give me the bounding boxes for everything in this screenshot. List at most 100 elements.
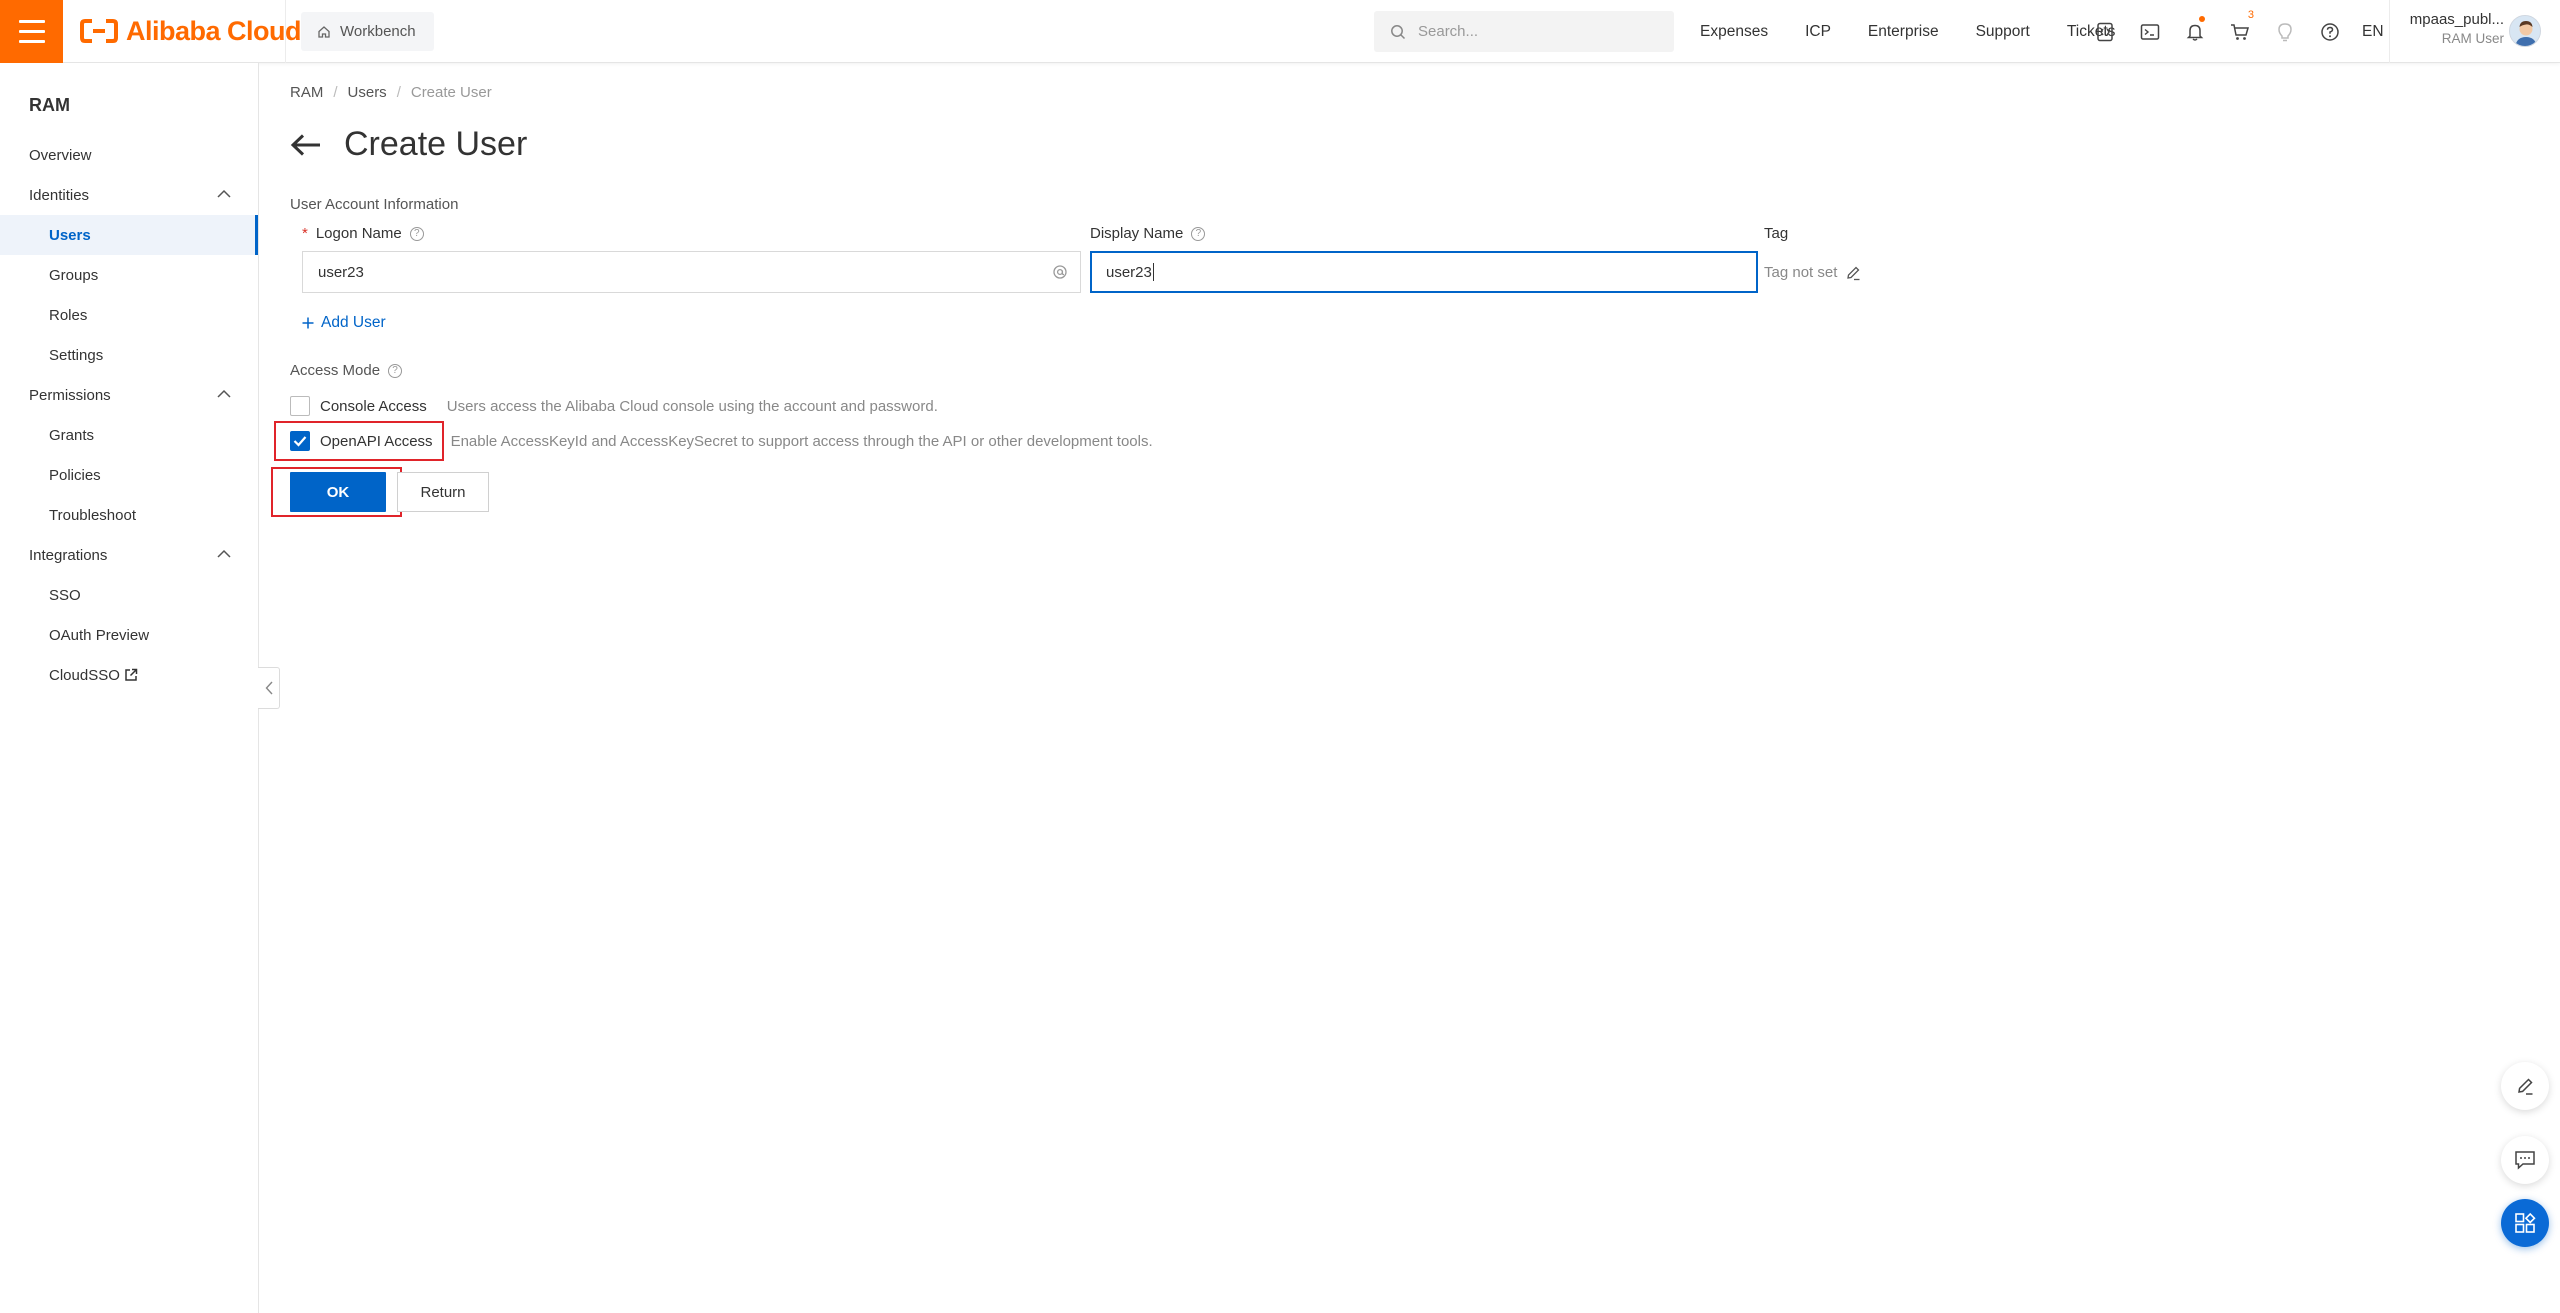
logon-name-label: * Logon Name ? bbox=[302, 225, 424, 242]
divider bbox=[2389, 0, 2390, 63]
breadcrumb-separator: / bbox=[396, 84, 401, 101]
sidebar-item-label: Policies bbox=[49, 466, 101, 484]
user-name: mpaas_publ... bbox=[2409, 11, 2504, 28]
sidebar-collapse-button[interactable] bbox=[258, 667, 280, 709]
avatar-icon bbox=[2510, 16, 2540, 46]
console-access-description: Users access the Alibaba Cloud console u… bbox=[446, 397, 938, 415]
sidebar-item-label: SSO bbox=[49, 586, 81, 604]
nav-expenses[interactable]: Expenses bbox=[1700, 23, 1768, 41]
question-icon[interactable]: ? bbox=[409, 226, 424, 241]
apps-icon bbox=[2515, 1212, 2536, 1233]
bell-icon[interactable] bbox=[2172, 0, 2217, 63]
search-icon bbox=[1391, 24, 1406, 39]
sidebar-item-sso[interactable]: SSO bbox=[0, 575, 258, 615]
notification-dot bbox=[2199, 16, 2205, 22]
user-menu[interactable]: mpaas_publ... RAM User bbox=[2402, 11, 2504, 46]
sidebar-item-users[interactable]: Users bbox=[0, 215, 258, 255]
nav-icp[interactable]: ICP bbox=[1805, 23, 1831, 41]
code-icon[interactable] bbox=[2082, 0, 2127, 63]
breadcrumb: RAM / Users / Create User bbox=[290, 84, 492, 101]
console-access-label[interactable]: Console Access bbox=[320, 398, 427, 415]
code-icon-glyph bbox=[2096, 22, 2113, 41]
bell-icon-glyph bbox=[2186, 24, 2203, 41]
display-name-input[interactable]: user23 bbox=[1090, 251, 1758, 293]
console-access-checkbox[interactable] bbox=[290, 396, 310, 416]
cart-icon[interactable]: 3 bbox=[2217, 0, 2262, 63]
back-arrow-icon[interactable] bbox=[290, 133, 322, 157]
sidebar-item-roles[interactable]: Roles bbox=[0, 295, 258, 335]
logon-name-value: user23 bbox=[318, 263, 364, 281]
sidebar-item-label: Integrations bbox=[29, 546, 108, 564]
divider bbox=[285, 0, 286, 63]
logon-name-label-text: Logon Name bbox=[315, 225, 402, 242]
breadcrumb-ram[interactable]: RAM bbox=[290, 84, 323, 101]
ok-button[interactable]: OK bbox=[290, 472, 386, 512]
sidebar-item-label: Identities bbox=[29, 186, 90, 204]
tag-field: Tag not set bbox=[1764, 264, 1861, 281]
sidebar-item-oauth-preview[interactable]: OAuth Preview bbox=[0, 615, 258, 655]
nav-enterprise[interactable]: Enterprise bbox=[1868, 23, 1939, 41]
logo-mark-icon bbox=[80, 19, 118, 43]
terminal-icon[interactable] bbox=[2127, 0, 2172, 63]
feedback-float-button[interactable] bbox=[2501, 1136, 2549, 1184]
edit-icon[interactable] bbox=[1845, 265, 1861, 281]
terminal-icon-glyph bbox=[2140, 23, 2159, 40]
chevron-up-icon bbox=[217, 389, 231, 398]
edit-icon bbox=[2518, 1078, 2533, 1095]
sidebar-item-overview[interactable]: Overview bbox=[0, 135, 258, 175]
edit-float-button[interactable] bbox=[2501, 1062, 2549, 1110]
chevron-left-icon bbox=[265, 681, 273, 695]
tag-label-text: Tag bbox=[1764, 225, 1789, 242]
at-sign-icon bbox=[1053, 265, 1067, 279]
sidebar-item-label: Groups bbox=[49, 266, 99, 284]
sidebar-item-identities[interactable]: Identities bbox=[0, 175, 258, 215]
sidebar-item-policies[interactable]: Policies bbox=[0, 455, 258, 495]
sidebar-item-settings[interactable]: Settings bbox=[0, 335, 258, 375]
menu-icon[interactable] bbox=[0, 0, 63, 63]
lightbulb-icon[interactable] bbox=[2262, 0, 2307, 63]
workbench-button[interactable]: Workbench bbox=[301, 12, 434, 51]
sidebar-item-label: Grants bbox=[49, 426, 95, 444]
sidebar-item-cloudsso[interactable]: CloudSSO bbox=[0, 655, 258, 695]
avatar[interactable] bbox=[2509, 15, 2541, 47]
sidebar-item-groups[interactable]: Groups bbox=[0, 255, 258, 295]
text-caret bbox=[1152, 263, 1154, 281]
breadcrumb-separator: / bbox=[333, 84, 338, 101]
apps-float-button[interactable] bbox=[2501, 1199, 2549, 1247]
return-button[interactable]: Return bbox=[397, 472, 489, 512]
add-user-label: Add User bbox=[321, 314, 386, 331]
question-icon[interactable]: ? bbox=[1191, 226, 1206, 241]
sidebar-item-label: Roles bbox=[49, 306, 88, 324]
top-bar: Alibaba Cloud Workbench Search... Expens… bbox=[0, 0, 2560, 63]
add-user-button[interactable]: Add User bbox=[302, 314, 386, 332]
cart-count-badge: 3 bbox=[2247, 9, 2254, 21]
sidebar-item-label: Overview bbox=[29, 146, 92, 164]
search-placeholder: Search... bbox=[1418, 23, 1479, 40]
home-icon bbox=[318, 25, 330, 38]
console-access-option: Console Access Users access the Alibaba … bbox=[290, 396, 938, 416]
sidebar-item-grants[interactable]: Grants bbox=[0, 415, 258, 455]
openapi-access-description: Enable AccessKeyId and AccessKeySecret t… bbox=[450, 432, 1153, 450]
access-mode-label-text: Access Mode bbox=[290, 362, 381, 379]
logon-name-input[interactable]: user23 bbox=[302, 251, 1081, 293]
breadcrumb-users[interactable]: Users bbox=[348, 84, 387, 101]
user-role: RAM User bbox=[2441, 31, 2504, 46]
language-switch[interactable]: EN bbox=[2362, 23, 2384, 41]
page-title: Create User bbox=[344, 125, 528, 163]
plus-icon bbox=[302, 317, 314, 329]
cart-icon-glyph bbox=[2230, 23, 2249, 40]
sidebar-item-integrations[interactable]: Integrations bbox=[0, 535, 258, 575]
logo-text: Alibaba Cloud bbox=[126, 15, 302, 46]
nav-support[interactable]: Support bbox=[1976, 23, 2030, 41]
tag-value: Tag not set bbox=[1764, 264, 1838, 281]
search-input[interactable]: Search... bbox=[1374, 11, 1674, 52]
sidebar-item-permissions[interactable]: Permissions bbox=[0, 375, 258, 415]
display-name-label-text: Display Name bbox=[1090, 225, 1184, 242]
help-icon[interactable] bbox=[2307, 0, 2352, 63]
question-icon[interactable]: ? bbox=[388, 363, 403, 378]
alibaba-cloud-logo[interactable]: Alibaba Cloud bbox=[80, 14, 302, 48]
external-link-icon bbox=[125, 668, 138, 681]
display-name-label: Display Name ? bbox=[1090, 225, 1206, 242]
sidebar-item-troubleshoot[interactable]: Troubleshoot bbox=[0, 495, 258, 535]
page-header: Create User bbox=[290, 125, 527, 164]
